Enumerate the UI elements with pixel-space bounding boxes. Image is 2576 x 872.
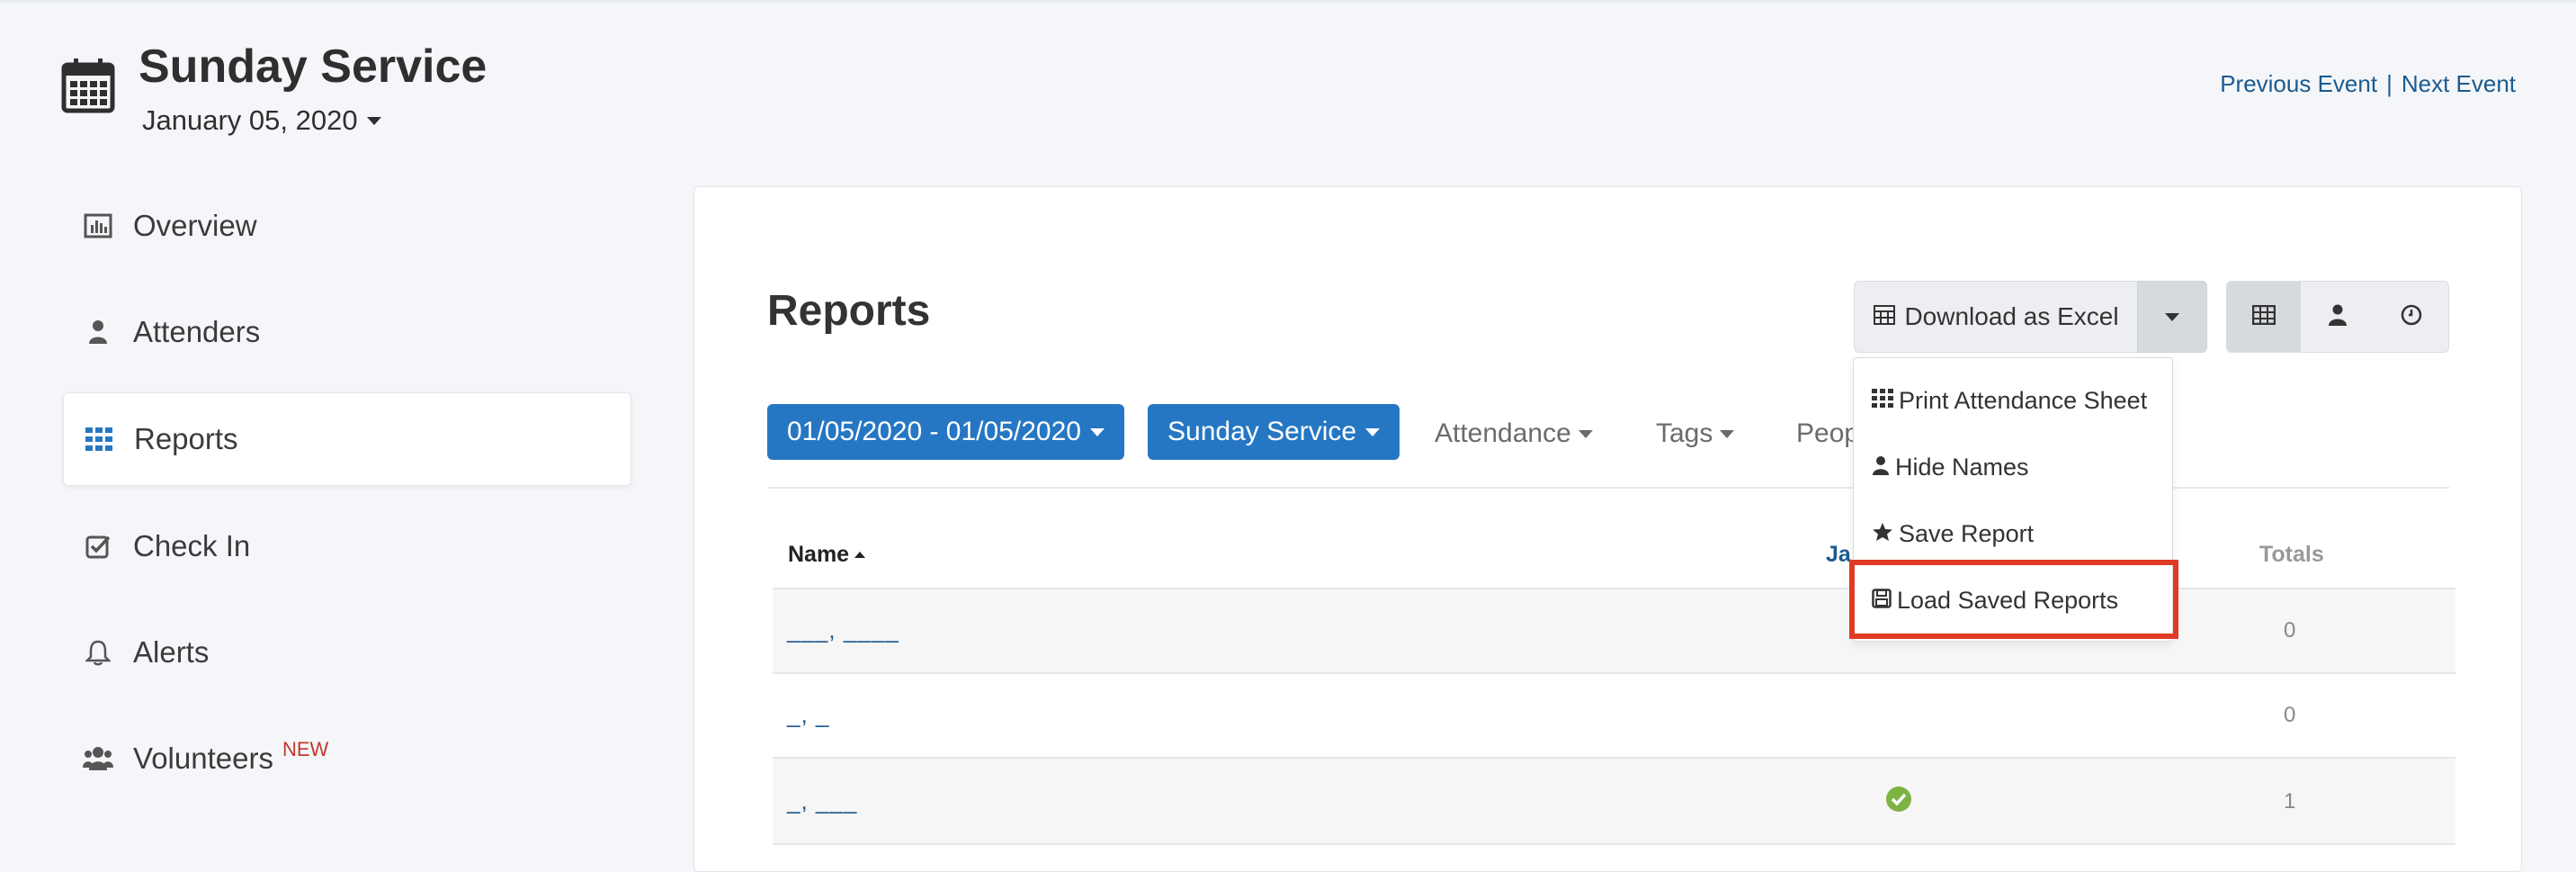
table-row: _, _ 0	[773, 672, 2455, 757]
caret-down-icon	[1578, 429, 1593, 438]
person-icon	[83, 319, 113, 345]
reports-title: Reports	[767, 287, 931, 335]
caret-down-icon	[1365, 427, 1381, 436]
download-options-toggle[interactable]	[2137, 281, 2207, 353]
previous-event-link[interactable]: Previous Event	[2220, 70, 2377, 98]
attended-check-icon	[1885, 786, 1912, 817]
table-icon	[1874, 302, 1896, 331]
reports-card: Reports Download as Excel 01/05/2020 - 0…	[693, 186, 2522, 872]
filter-divider	[767, 487, 2449, 489]
highlight-annotation-box	[1849, 560, 2178, 639]
save-report-item[interactable]: Save Report	[1872, 520, 2034, 548]
table-row: ___, ____ 0	[773, 588, 2455, 672]
people-filter[interactable]: Peop	[1796, 418, 1859, 449]
view-toggle-group	[2226, 281, 2449, 353]
download-excel-button[interactable]: Download as Excel	[1854, 281, 2138, 353]
tags-filter[interactable]: Tags	[1656, 418, 1735, 449]
new-badge: NEW	[282, 738, 329, 760]
menu-item-label: Save Report	[1899, 520, 2035, 547]
row-total: 1	[2284, 789, 2296, 814]
people-filter-label: Peop	[1796, 418, 1860, 448]
caret-down-icon	[1089, 427, 1105, 436]
grid-icon	[84, 427, 114, 451]
person-icon	[2329, 304, 2347, 330]
event-nav-separator: |	[2386, 70, 2393, 97]
caret-down-icon	[2165, 312, 2179, 321]
caret-down-icon	[1720, 429, 1735, 438]
star-icon	[1872, 520, 1893, 548]
grid-icon	[1872, 387, 1893, 415]
service-filter[interactable]: Sunday Service	[1148, 404, 1400, 460]
checkbox-icon	[83, 534, 113, 559]
attendance-filter[interactable]: Attendance	[1435, 418, 1593, 449]
name-column-header[interactable]: Name	[788, 542, 866, 568]
print-attendance-sheet-item[interactable]: Print Attendance Sheet	[1872, 387, 2147, 415]
sidebar-item-reports[interactable]: Reports	[63, 392, 631, 486]
sidebar: Overview Attenders Reports Check In Aler…	[63, 180, 631, 819]
hide-names-item[interactable]: Hide Names	[1872, 454, 2029, 481]
attender-name-link[interactable]: _, ___	[787, 787, 857, 815]
table-row: _, ___ 1	[773, 757, 2455, 845]
attendance-filter-label: Attendance	[1435, 418, 1571, 448]
totals-column-header: Totals	[2259, 542, 2324, 567]
bell-icon	[83, 639, 113, 666]
menu-item-label: Print Attendance Sheet	[1899, 387, 2148, 414]
clock-icon	[2401, 304, 2422, 330]
sidebar-item-overview[interactable]: Overview	[63, 180, 631, 272]
row-total: 0	[2284, 703, 2296, 727]
bar-chart-icon	[83, 213, 113, 238]
sidebar-item-volunteers[interactable]: Volunteers NEW	[63, 713, 631, 805]
users-icon	[83, 746, 113, 771]
sidebar-item-label: Reports	[134, 422, 238, 455]
table-icon	[2251, 304, 2276, 329]
sidebar-item-label: Volunteers	[133, 742, 273, 775]
event-date-label: January 05, 2020	[142, 104, 358, 136]
sidebar-item-alerts[interactable]: Alerts	[63, 607, 631, 698]
date-column-header[interactable]: Ja	[1826, 542, 1851, 568]
person-view-button[interactable]	[2301, 282, 2375, 352]
attender-name-link[interactable]: _, _	[787, 701, 829, 729]
sidebar-item-attenders[interactable]: Attenders	[63, 286, 631, 378]
sidebar-item-label: Check In	[133, 529, 251, 562]
service-filter-label: Sunday Service	[1167, 417, 1357, 446]
download-excel-label: Download as Excel	[1904, 302, 2119, 330]
sidebar-item-label: Alerts	[133, 635, 210, 669]
name-header-label: Name	[788, 542, 850, 567]
sidebar-item-label: Overview	[133, 209, 257, 242]
calendar-icon	[61, 58, 115, 113]
sort-asc-icon	[854, 552, 866, 558]
date-range-filter[interactable]: 01/05/2020 - 01/05/2020	[767, 404, 1124, 460]
tags-filter-label: Tags	[1656, 418, 1713, 448]
time-view-button[interactable]	[2375, 282, 2448, 352]
caret-down-icon	[366, 116, 381, 125]
row-total: 0	[2284, 618, 2296, 643]
event-navigation: Previous Event | Next Event	[2220, 70, 2516, 98]
date-range-label: 01/05/2020 - 01/05/2020	[787, 417, 1081, 446]
table-view-button[interactable]	[2227, 282, 2301, 352]
menu-item-label: Hide Names	[1895, 454, 2029, 481]
event-date-selector[interactable]: January 05, 2020	[142, 104, 381, 137]
sidebar-item-label: Attenders	[133, 315, 261, 348]
next-event-link[interactable]: Next Event	[2402, 70, 2516, 98]
person-icon	[1872, 454, 1890, 481]
top-divider	[0, 0, 2576, 3]
attender-name-link[interactable]: ___, ____	[787, 616, 899, 644]
sidebar-item-check-in[interactable]: Check In	[63, 500, 631, 592]
page-title: Sunday Service	[139, 40, 487, 93]
